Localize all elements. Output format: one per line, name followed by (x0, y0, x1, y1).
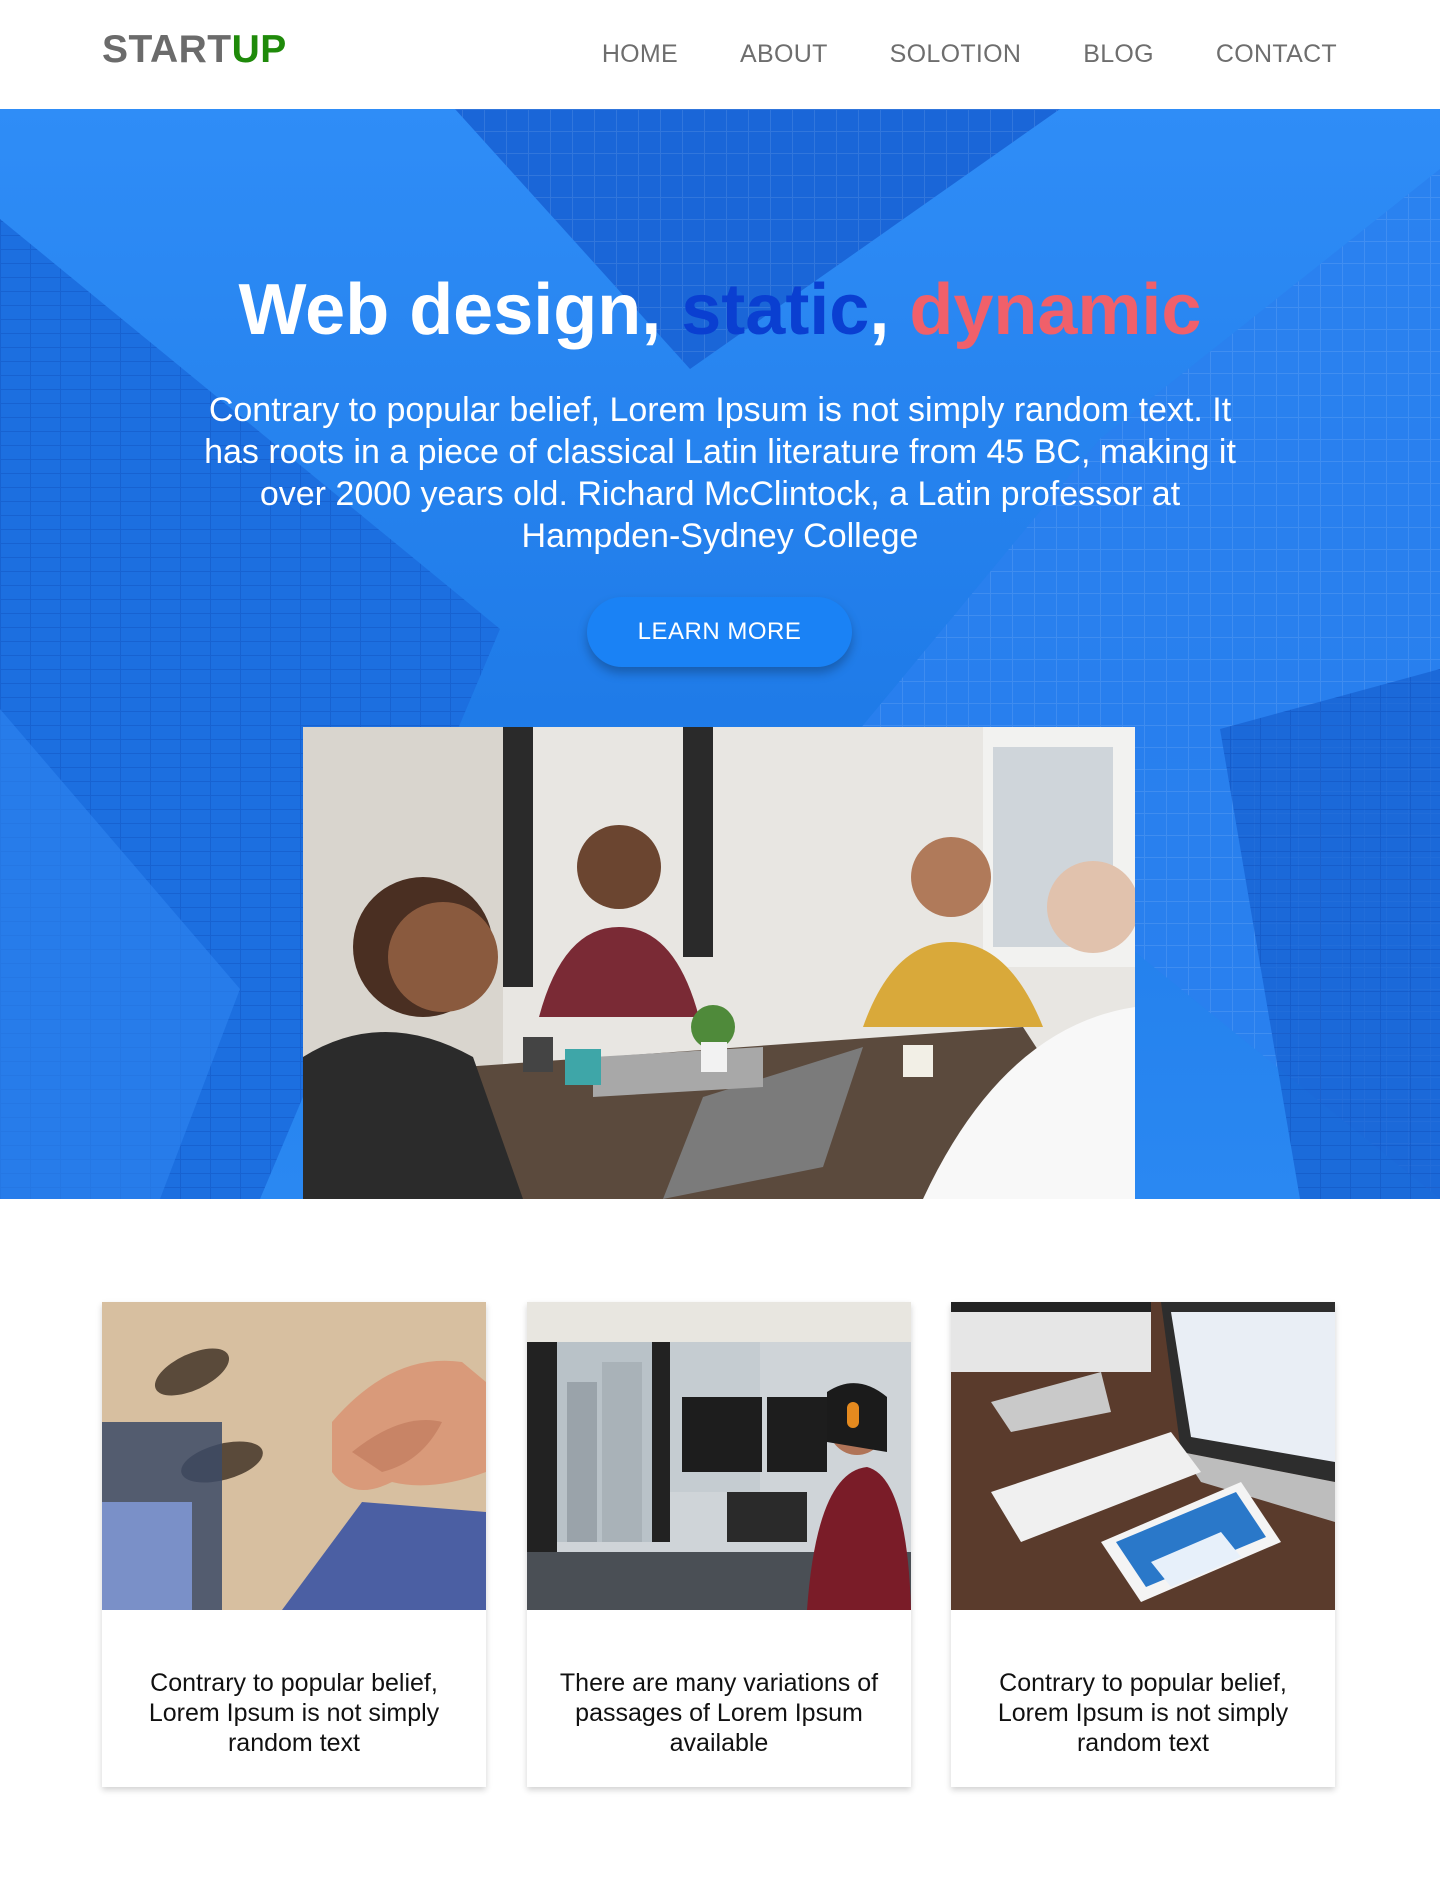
team-meeting-image (303, 727, 1135, 1199)
main-nav: HOME ABOUT SOLOTION BLOG CONTACT (602, 40, 1337, 69)
card-devices[interactable]: Contrary to popular belief, Lorem Ipsum … (951, 1302, 1335, 1787)
hero-title-static: static (681, 270, 870, 350)
learn-more-button[interactable]: LEARN MORE (587, 597, 852, 667)
handshake-image (102, 1302, 486, 1610)
devices-desk-image (951, 1302, 1335, 1610)
hero-description: Contrary to popular belief, Lorem Ipsum … (204, 391, 1236, 555)
nav-about[interactable]: ABOUT (740, 40, 828, 69)
hero-title-dynamic: dynamic (909, 270, 1202, 350)
nav-contact[interactable]: CONTACT (1216, 40, 1337, 69)
nav-home[interactable]: HOME (602, 40, 678, 69)
card-text: There are many variations of passages of… (559, 1669, 879, 1757)
logo-part-up: UP (231, 28, 287, 71)
card-developer[interactable]: There are many variations of passages of… (527, 1302, 911, 1787)
hero-title-separator: , (869, 270, 910, 350)
logo[interactable]: STARTUP (102, 28, 287, 72)
nav-blog[interactable]: BLOG (1083, 40, 1154, 69)
card-handshake[interactable]: Contrary to popular belief, Lorem Ipsum … (102, 1302, 486, 1787)
logo-part-start: START (102, 28, 232, 71)
card-text: Contrary to popular belief, Lorem Ipsum … (997, 1669, 1289, 1757)
hero-title-main: Web design, (238, 270, 682, 350)
site-header: STARTUP HOME ABOUT SOLOTION BLOG CONTACT (0, 0, 1440, 109)
developer-workspace-image (527, 1302, 911, 1610)
hero-section: Web design, static, dynamic Contrary to … (0, 109, 1440, 1199)
hero-title: Web design, static, dynamic (0, 269, 1440, 351)
nav-solution[interactable]: SOLOTION (890, 40, 1022, 69)
card-text: Contrary to popular belief, Lorem Ipsum … (148, 1669, 440, 1757)
